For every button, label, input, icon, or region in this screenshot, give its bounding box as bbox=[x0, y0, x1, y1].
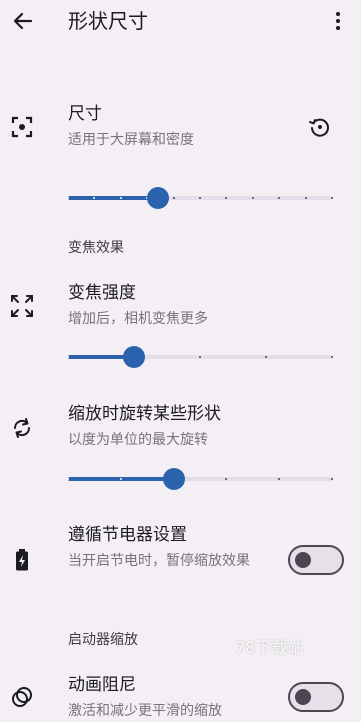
battery-saver-switch[interactable] bbox=[288, 545, 344, 575]
switch-thumb bbox=[295, 689, 311, 705]
slider-tick bbox=[67, 197, 69, 199]
slider-tick bbox=[304, 197, 307, 199]
slider-thumb[interactable] bbox=[146, 187, 169, 209]
battery-saver-subtitle: 当开启节电时，暂停缩放效果 bbox=[68, 553, 250, 569]
rotate-slider[interactable] bbox=[67, 467, 333, 491]
animation-damping-subtitle: 激活和减少更平滑的缩放 bbox=[68, 703, 222, 719]
animation-rings-icon bbox=[9, 684, 35, 710]
slider-tick bbox=[331, 197, 333, 199]
slider-tick bbox=[119, 197, 122, 199]
watermark: 78下载站 bbox=[235, 638, 304, 657]
zoom-strength-subtitle: 增加后，相机变焦更多 bbox=[68, 311, 208, 327]
battery-charging-icon bbox=[9, 547, 35, 573]
restore-icon[interactable] bbox=[307, 114, 333, 140]
slider-active-track bbox=[68, 196, 158, 200]
center-focus-icon bbox=[9, 114, 35, 140]
zoom-out-map-icon bbox=[9, 293, 35, 319]
launcher-zoom-section-header: 启动器缩放 bbox=[68, 632, 138, 648]
slider-tick bbox=[67, 478, 69, 480]
switch-thumb bbox=[295, 552, 311, 568]
slider-tick bbox=[251, 197, 254, 199]
more-vert-icon[interactable] bbox=[326, 8, 350, 34]
size-slider[interactable] bbox=[67, 186, 333, 210]
slider-tick bbox=[199, 356, 201, 358]
slider-tick bbox=[331, 478, 333, 480]
size-title: 尺寸 bbox=[68, 104, 102, 124]
slider-tick bbox=[199, 197, 201, 199]
page-title: 形状尺寸 bbox=[68, 9, 148, 33]
zoom-strength-slider[interactable] bbox=[67, 345, 333, 369]
slider-tick bbox=[172, 197, 175, 199]
app-bar: 形状尺寸 bbox=[0, 0, 361, 46]
slider-thumb[interactable] bbox=[123, 346, 145, 368]
zoom-effect-section-header: 变焦效果 bbox=[68, 240, 124, 256]
zoom-strength-title: 变焦强度 bbox=[68, 283, 136, 303]
rotate-subtitle: 以度为单位的最大旋转 bbox=[68, 432, 208, 448]
size-subtitle: 适用于大屏幕和密度 bbox=[68, 132, 194, 148]
slider-tick bbox=[331, 356, 333, 358]
arrow-back-icon[interactable] bbox=[8, 6, 38, 36]
slider-tick bbox=[265, 356, 267, 358]
animation-damping-title: 动画阻尼 bbox=[68, 675, 136, 695]
battery-saver-title: 遵循节电器设置 bbox=[68, 525, 187, 545]
slider-tick bbox=[119, 478, 122, 480]
rotate-title: 缩放时旋转某些形状 bbox=[68, 404, 221, 424]
slider-tick bbox=[67, 356, 69, 358]
rotate-icon bbox=[9, 415, 35, 441]
animation-damping-switch[interactable] bbox=[288, 682, 344, 712]
slider-thumb[interactable] bbox=[162, 468, 185, 490]
